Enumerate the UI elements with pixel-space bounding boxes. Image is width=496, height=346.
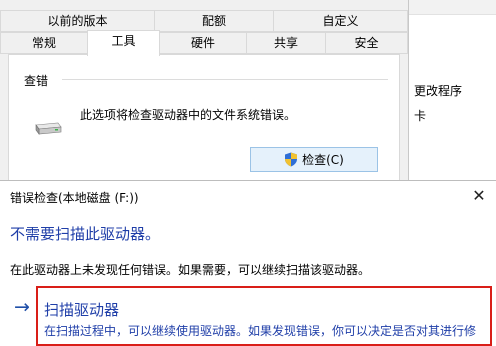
tab-hardware[interactable]: 硬件 (159, 32, 247, 54)
close-icon[interactable]: ✕ (470, 187, 488, 205)
group-divider (62, 79, 388, 80)
tab-general[interactable]: 常规 (0, 32, 88, 54)
tab-quota[interactable]: 配额 (154, 10, 274, 32)
properties-dialog: 以前的版本 配额 自定义 常规 工具 硬件 共享 安全 查错 此选项将检查驱动器… (0, 0, 409, 204)
result-headline: 不需要扫描此驱动器。 (10, 225, 161, 243)
uac-shield-icon (285, 152, 298, 167)
check-button[interactable]: 检查(C) (250, 147, 378, 172)
arrow-right-icon: → (14, 296, 30, 318)
background-window: 更改程序 卡 (408, 0, 496, 180)
background-window-text: 卡 (414, 109, 427, 123)
tab-sharing[interactable]: 共享 (246, 32, 326, 54)
background-window-toolbar (408, 0, 496, 15)
background-window-text: 更改程序 (414, 84, 463, 98)
group-title: 查错 (24, 74, 49, 88)
scan-drive-title[interactable]: 扫描驱动器 (44, 299, 119, 320)
tab-previous-versions[interactable]: 以前的版本 (0, 10, 155, 32)
dialog-title: 错误检查(本地磁盘 (F:)) (10, 191, 139, 205)
check-button-label: 检查(C) (302, 153, 344, 167)
tab-security[interactable]: 安全 (325, 32, 408, 54)
result-body: 在此驱动器上未发现任何错误。如果需要，可以继续扫描该驱动器。 (10, 263, 371, 277)
error-check-dialog: 错误检查(本地磁盘 (F:)) ✕ 不需要扫描此驱动器。 在此驱动器上未发现任何… (0, 180, 496, 346)
tab-tools[interactable]: 工具 (87, 30, 160, 56)
drive-icon (35, 122, 62, 135)
tool-description: 此选项将检查驱动器中的文件系统错误。 (80, 108, 297, 122)
tab-customize[interactable]: 自定义 (273, 10, 408, 32)
